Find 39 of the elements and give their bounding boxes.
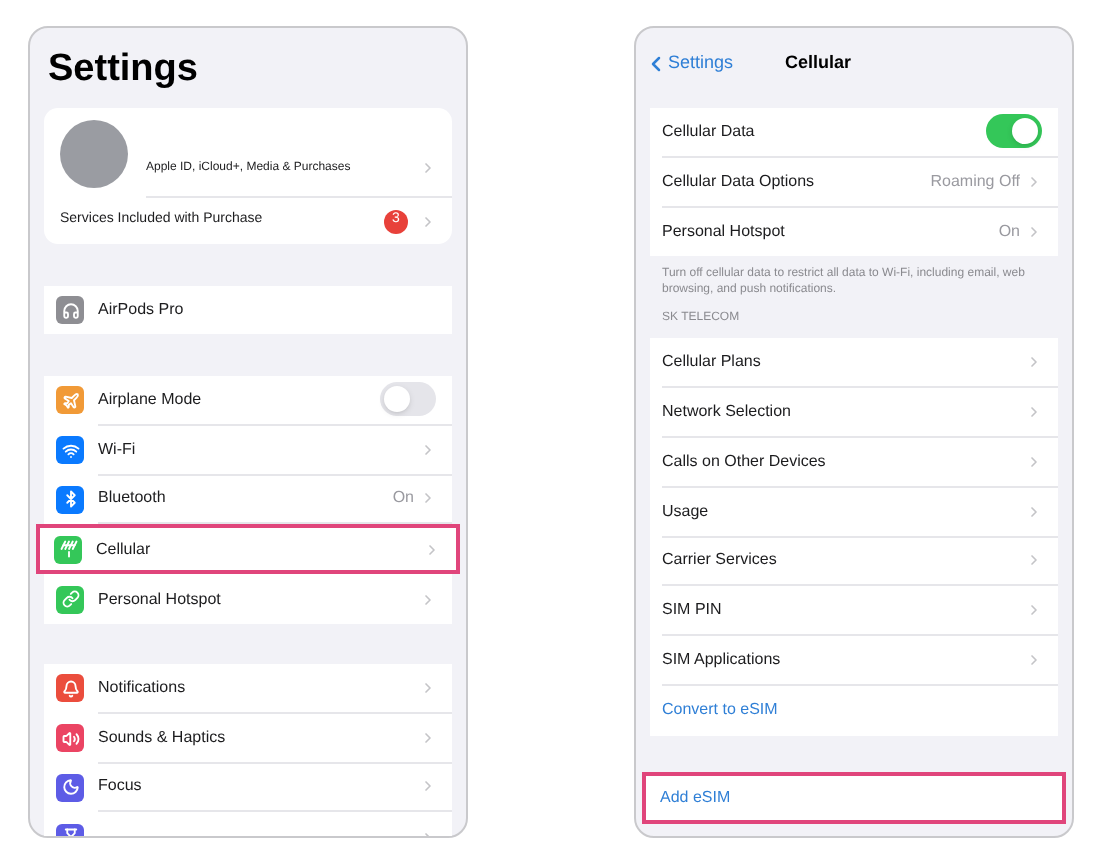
row-label: Bluetooth [98, 486, 168, 511]
settings-row[interactable]: Cellular Data [650, 108, 1058, 158]
row-label: Network Selection [662, 400, 793, 425]
avatar [60, 119, 128, 187]
settings-row[interactable]: Bluetooth On [44, 475, 452, 525]
settings-row[interactable]: Cellular [36, 524, 460, 575]
page-title: Settings [48, 46, 200, 94]
row-label: Convert to eSIM [662, 698, 780, 723]
row-label: Carrier Services [662, 548, 779, 573]
settings-row[interactable]: Airplane Mode [44, 376, 452, 426]
settings-row[interactable]: Personal Hotspot On [650, 207, 1058, 257]
toggle-switch[interactable] [380, 382, 436, 417]
row-value: On [392, 486, 414, 511]
row-label: Personal Hotspot [98, 587, 223, 612]
row-label: Cellular Plans [662, 350, 763, 375]
row-label: Add eSIM [660, 785, 733, 810]
row-label: Cellular Data [662, 119, 757, 144]
back-button[interactable]: Settings [644, 50, 734, 78]
row-label: Usage [662, 499, 711, 524]
settings-row[interactable]: Notifications [44, 663, 452, 714]
settings-row[interactable]: AirPods Pro [44, 286, 452, 334]
row-label: Sounds & Haptics [98, 725, 228, 750]
row-label: Focus [98, 774, 144, 799]
nav-title: Cellular [785, 50, 852, 77]
row-label: SIM PIN [662, 598, 724, 623]
row-label: Personal Hotspot [662, 219, 787, 244]
settings-row[interactable]: Cellular Plans [650, 338, 1058, 389]
row-label: Notifications [98, 675, 188, 700]
row-label: AirPods Pro [98, 298, 186, 322]
toggle-switch[interactable] [986, 114, 1042, 149]
row-label: Wi-Fi [98, 437, 138, 462]
row-label: Airplane Mode [98, 387, 204, 412]
row-label: Cellular Data Options [662, 169, 817, 194]
row-value: Roaming Off [930, 169, 1020, 194]
row-value: On [998, 219, 1020, 244]
row-label: Cellular [96, 537, 153, 562]
row-label: SIM Applications [662, 648, 783, 673]
row-label: Calls on Other Devices [662, 449, 828, 474]
settings-row[interactable]: Add eSIM [642, 771, 1066, 824]
